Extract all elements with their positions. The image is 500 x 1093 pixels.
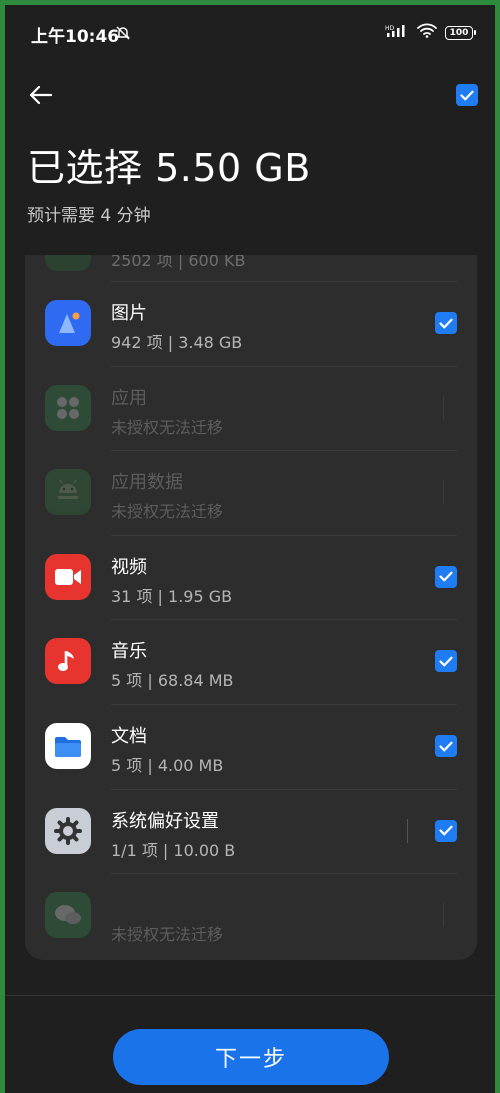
- photos-icon: [45, 300, 91, 346]
- list-item[interactable]: 图片 942 项 | 3.48 GB: [25, 281, 477, 365]
- item-checkbox[interactable]: [435, 312, 457, 334]
- battery-icon: 100: [445, 25, 476, 40]
- item-meta: 5 项 | 68.84 MB: [111, 671, 234, 691]
- separator: [407, 818, 408, 843]
- checkmark-icon: [439, 825, 453, 836]
- folder-icon: [45, 723, 91, 769]
- apps-icon: [45, 384, 91, 431]
- video-icon: [45, 553, 91, 600]
- checkmark-icon: [439, 571, 453, 582]
- row-divider: [111, 873, 457, 875]
- checkbox[interactable]: [435, 735, 457, 757]
- screen: 上午10:46 HD 100 已选择 5.50 GB 预计需要 4 分钟 250…: [5, 5, 495, 1093]
- checkmark-icon: [439, 656, 453, 667]
- network-label: HD: [385, 25, 395, 32]
- item-meta: 1/1 项 | 10.00 B: [111, 840, 236, 860]
- item-name: 应用: [111, 387, 147, 409]
- item-meta: 31 项 | 1.95 GB: [111, 586, 233, 606]
- list-item: 应用 未授权无法迁移: [25, 365, 477, 450]
- separator: [443, 480, 444, 505]
- item-name: 图片: [111, 303, 147, 324]
- music-icon: [45, 638, 91, 685]
- item-name: 应用数据: [111, 472, 183, 494]
- item-checkbox[interactable]: [435, 650, 457, 673]
- partial-row-icon: [45, 255, 91, 271]
- item-name: 视频: [111, 556, 147, 578]
- signal-icon: HD: [385, 23, 409, 42]
- back-button[interactable]: [23, 77, 59, 113]
- checkbox[interactable]: [435, 650, 457, 673]
- row-divider: [111, 704, 457, 705]
- wifi-icon: [417, 23, 437, 42]
- row-divider: [111, 788, 457, 790]
- checkmark-icon: [439, 318, 453, 328]
- next-step-button[interactable]: 下一步: [113, 1029, 389, 1085]
- checkbox[interactable]: [435, 312, 457, 334]
- item-checkbox[interactable]: [435, 565, 457, 588]
- select-all-check[interactable]: [456, 84, 478, 106]
- list-item: 应用数据未授权无法迁移: [25, 450, 477, 534]
- item-meta: 5 项 | 4.00 MB: [111, 756, 224, 775]
- select-all-checkbox[interactable]: [456, 84, 478, 106]
- chat-icon: [45, 892, 91, 939]
- row-divider: [111, 281, 457, 282]
- item-meta: 942 项 | 3.48 GB: [111, 333, 243, 352]
- checkbox[interactable]: [435, 565, 457, 588]
- list-item[interactable]: 文档 5 项 | 4.00 MB: [25, 704, 477, 788]
- android-icon: [45, 469, 91, 516]
- item-name: 系统偏好设置: [111, 810, 219, 832]
- partial-row-meta: 2502 项 | 600 KB: [111, 255, 246, 270]
- item-meta: 未授权无法迁移: [111, 417, 224, 437]
- checkmark-icon: [460, 90, 474, 100]
- item-meta: 未授权无法迁移: [111, 925, 224, 945]
- item-name: 音乐: [111, 641, 147, 663]
- estimated-time: 预计需要 4 分钟: [27, 206, 151, 226]
- row-divider: [111, 619, 457, 621]
- battery-level: 100: [449, 27, 469, 38]
- checkbox[interactable]: [435, 819, 457, 842]
- item-meta: 未授权无法迁移: [111, 502, 224, 522]
- row-divider: [111, 450, 457, 452]
- status-time: 上午10:46: [31, 27, 120, 47]
- separator: [443, 395, 444, 420]
- separator: [443, 903, 444, 928]
- list-item: 未授权无法迁移: [25, 873, 477, 957]
- checkmark-icon: [439, 741, 453, 751]
- status-icons: HD 100: [385, 23, 476, 42]
- page-title: 已选择 5.50 GB: [27, 146, 311, 190]
- category-list: 2502 项 | 600 KB 图片 942 项 | 3.48 GB 应用未授权无法…: [25, 255, 477, 960]
- item-name: 文档: [111, 726, 147, 747]
- settings-icon: [45, 807, 91, 854]
- list-item[interactable]: 系统偏好设置 1/1 项 | 10.00 B: [25, 788, 477, 873]
- list-item[interactable]: 视频 31 项 | 1.95 GB: [25, 534, 477, 619]
- item-checkbox[interactable]: [435, 819, 457, 842]
- status-bar: 上午10:46 HD 100: [5, 5, 495, 61]
- row-divider: [111, 365, 457, 367]
- arrow-left-icon: [29, 85, 53, 105]
- item-checkbox[interactable]: [435, 735, 457, 757]
- mute-icon: [115, 25, 131, 45]
- row-divider: [111, 534, 457, 536]
- list-item[interactable]: 音乐 5 项 | 68.84 MB: [25, 619, 477, 703]
